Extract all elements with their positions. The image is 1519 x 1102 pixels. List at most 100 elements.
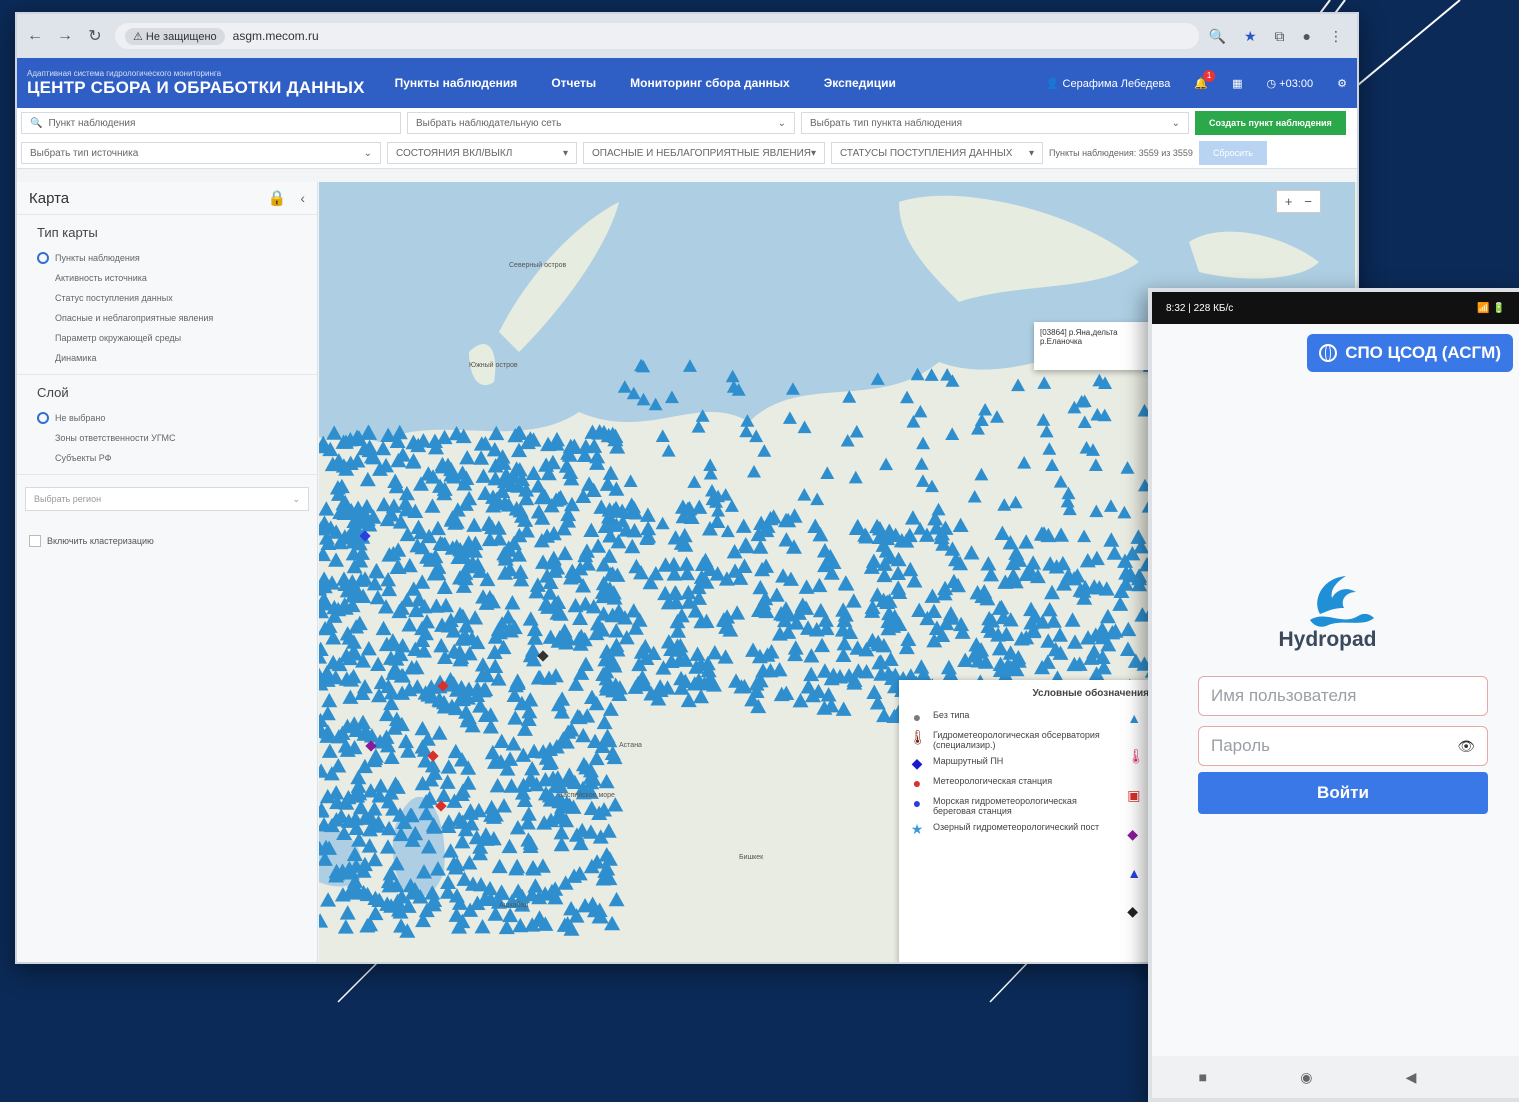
map-type-option[interactable]: Активность источника bbox=[37, 268, 297, 288]
bookmark-star-icon[interactable]: ★ bbox=[1244, 28, 1257, 45]
radio-icon bbox=[37, 452, 49, 464]
map-legend: Условные обозначения ● Без типа 🌡 Гидромете… bbox=[899, 680, 1159, 962]
header-actions: 👤 Серафима Лебедева 🔔 1 ▦ ◷ +03:00 ⚙ bbox=[1046, 69, 1347, 90]
map-type-option[interactable]: Пункты наблюдения bbox=[37, 248, 297, 268]
address-bar[interactable]: ⚠ Не защищено asgm.mecom.ru bbox=[115, 23, 1199, 49]
legend-list: ● Без типа 🌡 Гидрометеорологическая обсерва… bbox=[899, 707, 1159, 839]
profile-icon[interactable]: ● bbox=[1303, 28, 1311, 45]
password-input[interactable]: Пароль 👁 bbox=[1198, 726, 1488, 766]
legend-item: ● Без типа bbox=[899, 707, 1159, 727]
timezone-selector[interactable]: ◷ +03:00 bbox=[1267, 77, 1314, 90]
radio-icon bbox=[37, 332, 49, 344]
menu-item-expeditions[interactable]: Экспедиции bbox=[824, 76, 896, 90]
app-name: Hydropad bbox=[1278, 628, 1377, 651]
eye-icon[interactable]: 👁 bbox=[1457, 738, 1475, 755]
back-icon[interactable]: ◀ bbox=[1406, 1069, 1417, 1086]
hydropad-logo-icon bbox=[1310, 576, 1374, 627]
app-title: ЦЕНТР СБОРА И ОБРАБОТКИ ДАННЫХ bbox=[27, 77, 365, 97]
legend-item: ★ Озерный гидрометеорологический пост bbox=[899, 819, 1159, 839]
caret-down-icon: ▾ bbox=[810, 147, 816, 159]
diamond-icon: ◆ bbox=[1127, 826, 1138, 842]
calendar-icon[interactable]: ▦ bbox=[1232, 77, 1242, 90]
clustering-toggle[interactable]: Включить кластеризацию bbox=[29, 535, 305, 547]
menu-item-observation-points[interactable]: Пункты наблюдения bbox=[395, 76, 518, 90]
zoom-icon[interactable]: 🔍 bbox=[1209, 28, 1226, 45]
user-menu[interactable]: 👤 Серафима Лебедева bbox=[1046, 77, 1171, 90]
layer-section: Слой Не выбрано Зоны ответственности УГМ… bbox=[17, 375, 317, 475]
chevron-down-icon: ⌄ bbox=[1171, 117, 1180, 129]
bus-icon: ▣ bbox=[1127, 787, 1141, 803]
create-point-button[interactable]: Создать пункт наблюдения bbox=[1195, 111, 1346, 135]
legend-label: Морская гидрометеорологическая береговая… bbox=[933, 796, 1077, 816]
map-type-option[interactable]: Опасные и неблагоприятные явления bbox=[37, 308, 297, 328]
diamond-icon: ◆ bbox=[1127, 903, 1138, 919]
recents-icon[interactable]: ■ bbox=[1199, 1069, 1207, 1085]
login-button[interactable]: Войти bbox=[1198, 772, 1488, 814]
radio-icon bbox=[37, 312, 49, 324]
map-type-option[interactable]: Параметр окружающей среды bbox=[37, 328, 297, 348]
security-badge[interactable]: ⚠ Не защищено bbox=[125, 27, 225, 45]
spo-button[interactable]: СПО ЦСОД (АСГМ) bbox=[1307, 334, 1513, 372]
layer-option[interactable]: Субъекты РФ bbox=[37, 448, 297, 468]
map-label: Каспийское море bbox=[559, 792, 615, 799]
state-filter[interactable]: СОСТОЯНИЯ ВКЛ/ВЫКЛ ▾ bbox=[387, 142, 577, 164]
layer-option[interactable]: Не выбрано bbox=[37, 408, 297, 428]
lock-icon[interactable]: 🔒 bbox=[268, 189, 287, 207]
android-nav-bar: ■ ◉ ◀ bbox=[1152, 1056, 1519, 1098]
checkbox[interactable] bbox=[29, 535, 41, 547]
app-brand[interactable]: Адаптивная система гидрологического мони… bbox=[27, 69, 365, 98]
legend-symbol-icon: ● bbox=[912, 709, 922, 725]
caret-down-icon: ▾ bbox=[562, 147, 568, 159]
point-type-select[interactable]: Выбрать тип пункта наблюдения ⌄ bbox=[801, 112, 1189, 134]
sidebar-header: Карта 🔒 ‹ bbox=[17, 182, 317, 215]
triangle-icon: ▲ bbox=[1127, 865, 1142, 881]
menu-item-monitoring[interactable]: Мониторинг сбора данных bbox=[630, 76, 790, 90]
radio-selected-icon bbox=[37, 252, 49, 264]
chevron-down-icon: ⌄ bbox=[363, 147, 372, 159]
filter-row-1: 🔍 Пункт наблюдения Выбрать наблюдательну… bbox=[17, 108, 1357, 138]
triangle-icon: ▲ bbox=[1127, 710, 1142, 726]
map-type-option[interactable]: Статус поступления данных bbox=[37, 288, 297, 308]
map-label: Астана bbox=[619, 742, 642, 749]
search-input[interactable]: 🔍 Пункт наблюдения bbox=[21, 112, 401, 134]
forward-icon[interactable]: → bbox=[55, 27, 75, 45]
chevron-down-icon: ⌄ bbox=[777, 117, 786, 129]
menu-item-reports[interactable]: Отчеты bbox=[551, 76, 596, 90]
browser-menu-icon[interactable]: ⋮ bbox=[1329, 28, 1343, 45]
map-label: Ашхабад bbox=[499, 902, 529, 909]
legend-symbol-icon: ● bbox=[912, 795, 922, 811]
legend-label: Без типа bbox=[933, 710, 970, 720]
back-icon[interactable]: ← bbox=[25, 27, 45, 45]
browser-actions: 🔍 ★ ⧉ ● ⋮ bbox=[1209, 28, 1349, 45]
data-status-filter[interactable]: СТАТУСЫ ПОСТУПЛЕНИЯ ДАННЫХ ▾ bbox=[831, 142, 1043, 164]
phone-status-bar: 8:32 | 228 КБ/с 📶 🔋 bbox=[1152, 292, 1519, 324]
reset-filters-button[interactable]: Сбросить bbox=[1198, 141, 1267, 165]
radio-icon bbox=[37, 432, 49, 444]
clock-icon: ◷ bbox=[1266, 77, 1277, 90]
legend-symbol-icon: ★ bbox=[910, 821, 924, 837]
app-subtitle: Адаптивная система гидрологического мони… bbox=[27, 68, 222, 78]
reload-icon[interactable]: ↻ bbox=[85, 26, 105, 46]
caret-down-icon: ▾ bbox=[1028, 147, 1034, 159]
home-icon[interactable]: ◉ bbox=[1300, 1069, 1312, 1086]
legend-item: ● Метеорологическая станция bbox=[899, 773, 1159, 793]
phenomena-filter[interactable]: ОПАСНЫЕ И НЕБЛАГОПРИЯТНЫЕ ЯВЛЕНИЯ ▾ bbox=[583, 142, 825, 164]
extensions-icon[interactable]: ⧉ bbox=[1275, 28, 1285, 45]
collapse-chevron-icon[interactable]: ‹ bbox=[300, 190, 305, 206]
zoom-controls: + − bbox=[1275, 190, 1321, 213]
globe-icon bbox=[1319, 344, 1338, 362]
map-type-option[interactable]: Динамика bbox=[37, 348, 297, 368]
status-left: 8:32 | 228 КБ/с bbox=[1166, 302, 1234, 314]
zoom-in-button[interactable]: + bbox=[1285, 194, 1293, 209]
source-type-select[interactable]: Выбрать тип источника ⌄ bbox=[21, 142, 381, 164]
radio-selected-icon bbox=[37, 412, 49, 424]
settings-gear-icon[interactable]: ⚙ bbox=[1337, 77, 1347, 90]
region-select[interactable]: Выбрать регион ⌄ bbox=[25, 487, 309, 511]
zoom-out-button[interactable]: − bbox=[1304, 194, 1312, 209]
notifications-bell-icon[interactable]: 🔔 1 bbox=[1194, 69, 1216, 90]
legend-item: 🌡 Гидрометеорологическая обсерватория (сп… bbox=[899, 727, 1159, 753]
username-input[interactable]: Имя пользователя bbox=[1198, 676, 1488, 716]
layer-option[interactable]: Зоны ответственности УГМС bbox=[37, 428, 297, 448]
map-sidebar: Карта 🔒 ‹ Тип карты Пункты наблюдения Ак… bbox=[17, 182, 318, 962]
network-select[interactable]: Выбрать наблюдательную сеть ⌄ bbox=[407, 112, 795, 134]
